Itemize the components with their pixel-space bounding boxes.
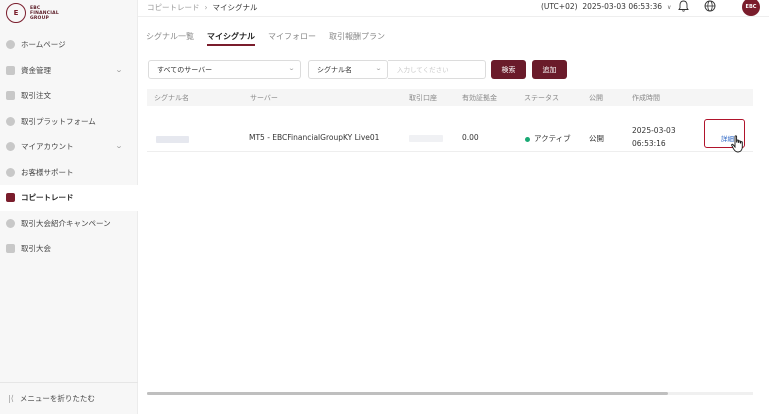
breadcrumb: コピートレード › マイシグナル — [147, 2, 258, 13]
scrollbar-thumb[interactable] — [147, 392, 668, 395]
sidebar-item-platform[interactable]: 取引プラットフォーム — [0, 109, 138, 135]
trophy-icon — [6, 244, 15, 254]
search-field-select[interactable]: シグナル名 ⌄ — [308, 60, 388, 79]
collapse-icon: |⟨ — [8, 394, 14, 403]
public-cell: 公開 — [589, 134, 604, 143]
tab-reward-plan[interactable]: 取引報酬プラン — [329, 31, 385, 46]
horizontal-scrollbar[interactable] — [147, 392, 753, 395]
sidebar-item-orders[interactable]: 取引注文 — [0, 83, 138, 109]
server-select[interactable]: すべてのサーバー ⌄ — [148, 60, 301, 79]
user-avatar[interactable]: EBC — [742, 0, 760, 16]
collapse-menu-button[interactable]: |⟨ メニューを折りたたむ — [0, 382, 138, 414]
sidebar-nav: ホームページ 資金管理 ⌄ 取引注文 取引プラットフォーム マイアカウント ⌄ … — [0, 32, 138, 262]
timezone-label: (UTC+02) — [541, 2, 578, 11]
copy-trade-icon — [6, 193, 15, 203]
sidebar-item-label: お客様サポート — [21, 167, 74, 177]
sidebar-item-label: ホームページ — [21, 40, 66, 50]
sidebar-item-label: 取引注文 — [21, 91, 51, 101]
sidebar-item-copy-trade[interactable]: コピートレード — [0, 185, 138, 211]
platform-icon — [6, 116, 15, 126]
chevron-down-icon: ⌄ — [114, 142, 124, 150]
breadcrumb-current: マイシグナル — [212, 3, 258, 12]
search-input[interactable] — [388, 60, 486, 79]
notification-bell-icon[interactable] — [678, 0, 689, 12]
timezone-selector[interactable]: (UTC+02) 2025-03-03 06:53:36 ∨ — [541, 2, 671, 11]
table-row[interactable]: MT5 - EBCFinancialGroupKY Live01 0.00 アク… — [147, 106, 753, 153]
page-tabs: シグナル一覧 マイシグナル マイフォロー 取引報酬プラン — [146, 31, 398, 46]
search-field-value: シグナル名 — [317, 65, 352, 74]
column-header: サーバー — [250, 94, 278, 102]
logo-line-3: GROUP — [30, 15, 49, 21]
account-redacted — [409, 135, 443, 142]
breadcrumb-parent[interactable]: コピートレード — [147, 3, 200, 12]
sidebar-item-account[interactable]: マイアカウント ⌄ — [0, 134, 138, 160]
campaign-icon — [6, 218, 15, 228]
avatar-text: EBC — [745, 4, 757, 10]
sidebar-item-funds[interactable]: 資金管理 ⌄ — [0, 58, 138, 84]
hand-pointer-icon — [730, 135, 746, 157]
sidebar-item-competition[interactable]: 取引大会 — [0, 236, 138, 262]
sidebar-item-label: コピートレード — [21, 193, 74, 203]
breadcrumb-separator-icon: › — [204, 3, 208, 12]
logo-text: EBC FINANCIAL GROUP — [30, 6, 59, 21]
sidebar-item-label: 取引大会紹介キャンペーン — [21, 218, 111, 228]
table-header: シグナル名 サーバー 取引口座 有効証拠金 ステータス 公開 作成時間 — [147, 89, 753, 106]
column-header: シグナル名 — [154, 94, 189, 102]
column-header: 有効証拠金 — [462, 94, 497, 102]
status-cell: アクティブ — [525, 133, 571, 144]
sidebar-item-label: 資金管理 — [21, 65, 51, 75]
signals-table: シグナル名 サーバー 取引口座 有効証拠金 ステータス 公開 作成時間 MT5 … — [147, 89, 753, 153]
sidebar-item-label: 取引プラットフォーム — [21, 116, 96, 126]
sidebar-item-label: マイアカウント — [21, 142, 74, 152]
brand-logo[interactable]: E EBC FINANCIAL GROUP — [6, 3, 59, 23]
column-header: 公開 — [589, 94, 603, 102]
language-globe-icon[interactable] — [704, 0, 716, 12]
signal-name-redacted — [156, 136, 189, 143]
logo-mark-icon: E — [6, 3, 26, 23]
chevron-down-icon: ⌄ — [114, 65, 124, 74]
collapse-menu-label: メニューを折りたたむ — [19, 394, 95, 403]
sidebar-item-home[interactable]: ホームページ — [0, 32, 138, 58]
tab-signal-list[interactable]: シグナル一覧 — [146, 31, 194, 46]
home-icon — [6, 40, 15, 50]
equity-cell: 0.00 — [462, 133, 479, 142]
chevron-down-icon: ⌄ — [374, 65, 383, 72]
current-datetime: 2025-03-03 06:53:36 — [582, 2, 662, 11]
column-header: 取引口座 — [409, 94, 437, 102]
search-button[interactable]: 検索 — [491, 60, 526, 79]
column-header: ステータス — [524, 94, 559, 102]
sidebar-item-referral[interactable]: 取引大会紹介キャンペーン — [0, 211, 138, 237]
column-header: 作成時間 — [632, 94, 660, 102]
status-dot-icon — [525, 136, 530, 142]
help-icon — [6, 167, 15, 177]
sidebar-item-label: 取引大会 — [21, 244, 51, 254]
created-time-cell: 06:53:16 — [632, 139, 666, 148]
sidebar: E EBC FINANCIAL GROUP ホームページ 資金管理 ⌄ 取引注文… — [0, 0, 138, 414]
server-select-value: すべてのサーバー — [157, 65, 213, 74]
tab-my-follow[interactable]: マイフォロー — [268, 31, 316, 46]
user-icon — [6, 142, 15, 152]
orders-icon — [6, 91, 15, 101]
sidebar-item-support[interactable]: お客様サポート — [0, 160, 138, 186]
wallet-icon — [6, 65, 15, 75]
chevron-down-icon: ⌄ — [287, 65, 296, 72]
add-button[interactable]: 追加 — [532, 60, 567, 79]
top-bar: コピートレード › マイシグナル (UTC+02) 2025-03-03 06:53… — [138, 0, 769, 17]
tab-my-signal[interactable]: マイシグナル — [207, 31, 255, 46]
created-date-cell: 2025-03-03 — [632, 126, 676, 135]
chevron-down-icon: ∨ — [667, 4, 672, 11]
server-cell: MT5 - EBCFinancialGroupKY Live01 — [249, 133, 380, 142]
logo-line-2: FINANCIAL — [30, 10, 59, 16]
status-badge: アクティブ — [534, 134, 571, 143]
